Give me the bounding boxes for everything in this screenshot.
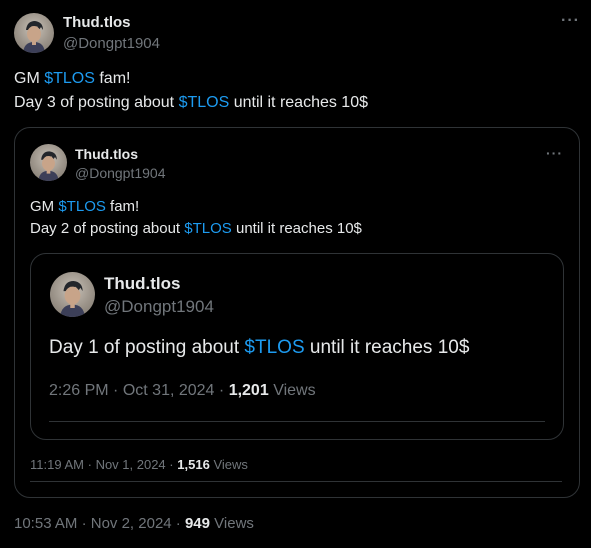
quote2-avatar[interactable] xyxy=(50,272,95,317)
tweet-text-line2: Day 3 of posting about $TLOS until it re… xyxy=(14,94,368,112)
avatar-image xyxy=(60,281,85,317)
views-count: 949 xyxy=(184,515,210,532)
text-segment: until it reaches 10$ xyxy=(304,337,470,358)
meta-separator: · xyxy=(169,457,174,472)
tweet-text-line1: GM $TLOS fam! xyxy=(14,70,130,88)
text-segment: until it reaches 10$ xyxy=(229,94,368,111)
meta-separator: · xyxy=(113,382,119,399)
avatar-image xyxy=(23,21,45,53)
quote1-text-line1: GM $TLOS fam! xyxy=(30,198,139,215)
quote2-metadata: 2:26 PM · Oct 31, 2024 · 1,201 Views xyxy=(49,382,316,400)
text-segment: GM xyxy=(30,198,59,215)
cashtag-link[interactable]: $TLOS xyxy=(44,70,95,87)
text-segment: Day 2 of posting about xyxy=(30,220,185,237)
text-segment: fam! xyxy=(105,198,140,215)
text-segment: Day 3 of posting about xyxy=(14,94,179,111)
timestamp-time[interactable]: 10:53 AM xyxy=(14,515,77,532)
author-handle[interactable]: @Dongpt1904 xyxy=(63,35,160,52)
meta-separator: · xyxy=(175,515,181,532)
more-horizontal-icon: ··· xyxy=(561,12,580,29)
quote1-metadata: 11:19 AM · Nov 1, 2024 · 1,516 Views xyxy=(30,457,248,472)
quote1-divider xyxy=(30,481,562,482)
text-segment: GM xyxy=(14,70,45,87)
cashtag-link[interactable]: $TLOS xyxy=(244,337,304,358)
meta-separator: · xyxy=(87,457,92,472)
quote2-author-name[interactable]: Thud.tlos xyxy=(104,274,180,294)
author-name[interactable]: Thud.tlos xyxy=(63,14,131,31)
timestamp-time[interactable]: 2:26 PM xyxy=(49,382,109,399)
timestamp-time[interactable]: 11:19 AM xyxy=(30,457,84,472)
text-segment: until it reaches 10$ xyxy=(231,220,362,237)
quote2-text-line1: Day 1 of posting about $TLOS until it re… xyxy=(49,337,469,359)
quote2-author-handle[interactable]: @Dongpt1904 xyxy=(104,297,214,317)
views-label: Views xyxy=(213,457,248,472)
views-label: Views xyxy=(273,382,316,399)
cashtag-link[interactable]: $TLOS xyxy=(184,220,232,237)
views-label: Views xyxy=(214,515,254,532)
views-count: 1,201 xyxy=(228,382,269,399)
meta-separator: · xyxy=(218,382,225,399)
quote1-more-options-button[interactable]: ··· xyxy=(546,145,563,161)
timestamp-date[interactable]: Oct 31, 2024 xyxy=(123,382,215,399)
quote2-divider xyxy=(49,421,545,422)
quote1-author-handle[interactable]: @Dongpt1904 xyxy=(75,165,166,181)
avatar-image xyxy=(38,151,59,181)
cashtag-link[interactable]: $TLOS xyxy=(58,198,106,215)
author-avatar[interactable] xyxy=(14,13,54,53)
cashtag-link[interactable]: $TLOS xyxy=(179,94,230,111)
quote1-author-name[interactable]: Thud.tlos xyxy=(75,146,138,162)
more-horizontal-icon: ··· xyxy=(546,145,563,161)
quote1-text-line2: Day 2 of posting about $TLOS until it re… xyxy=(30,220,362,237)
quote1-avatar[interactable] xyxy=(30,144,67,181)
views-count: 1,516 xyxy=(177,457,210,472)
timestamp-date[interactable]: Nov 2, 2024 xyxy=(91,515,172,532)
text-segment: Day 1 of posting about xyxy=(49,337,245,358)
more-options-button[interactable]: ··· xyxy=(561,12,580,30)
tweet-metadata: 10:53 AM · Nov 2, 2024 · 949 Views xyxy=(14,515,254,532)
timestamp-date[interactable]: Nov 1, 2024 xyxy=(96,457,166,472)
meta-separator: · xyxy=(81,515,87,532)
text-segment: fam! xyxy=(94,70,131,87)
